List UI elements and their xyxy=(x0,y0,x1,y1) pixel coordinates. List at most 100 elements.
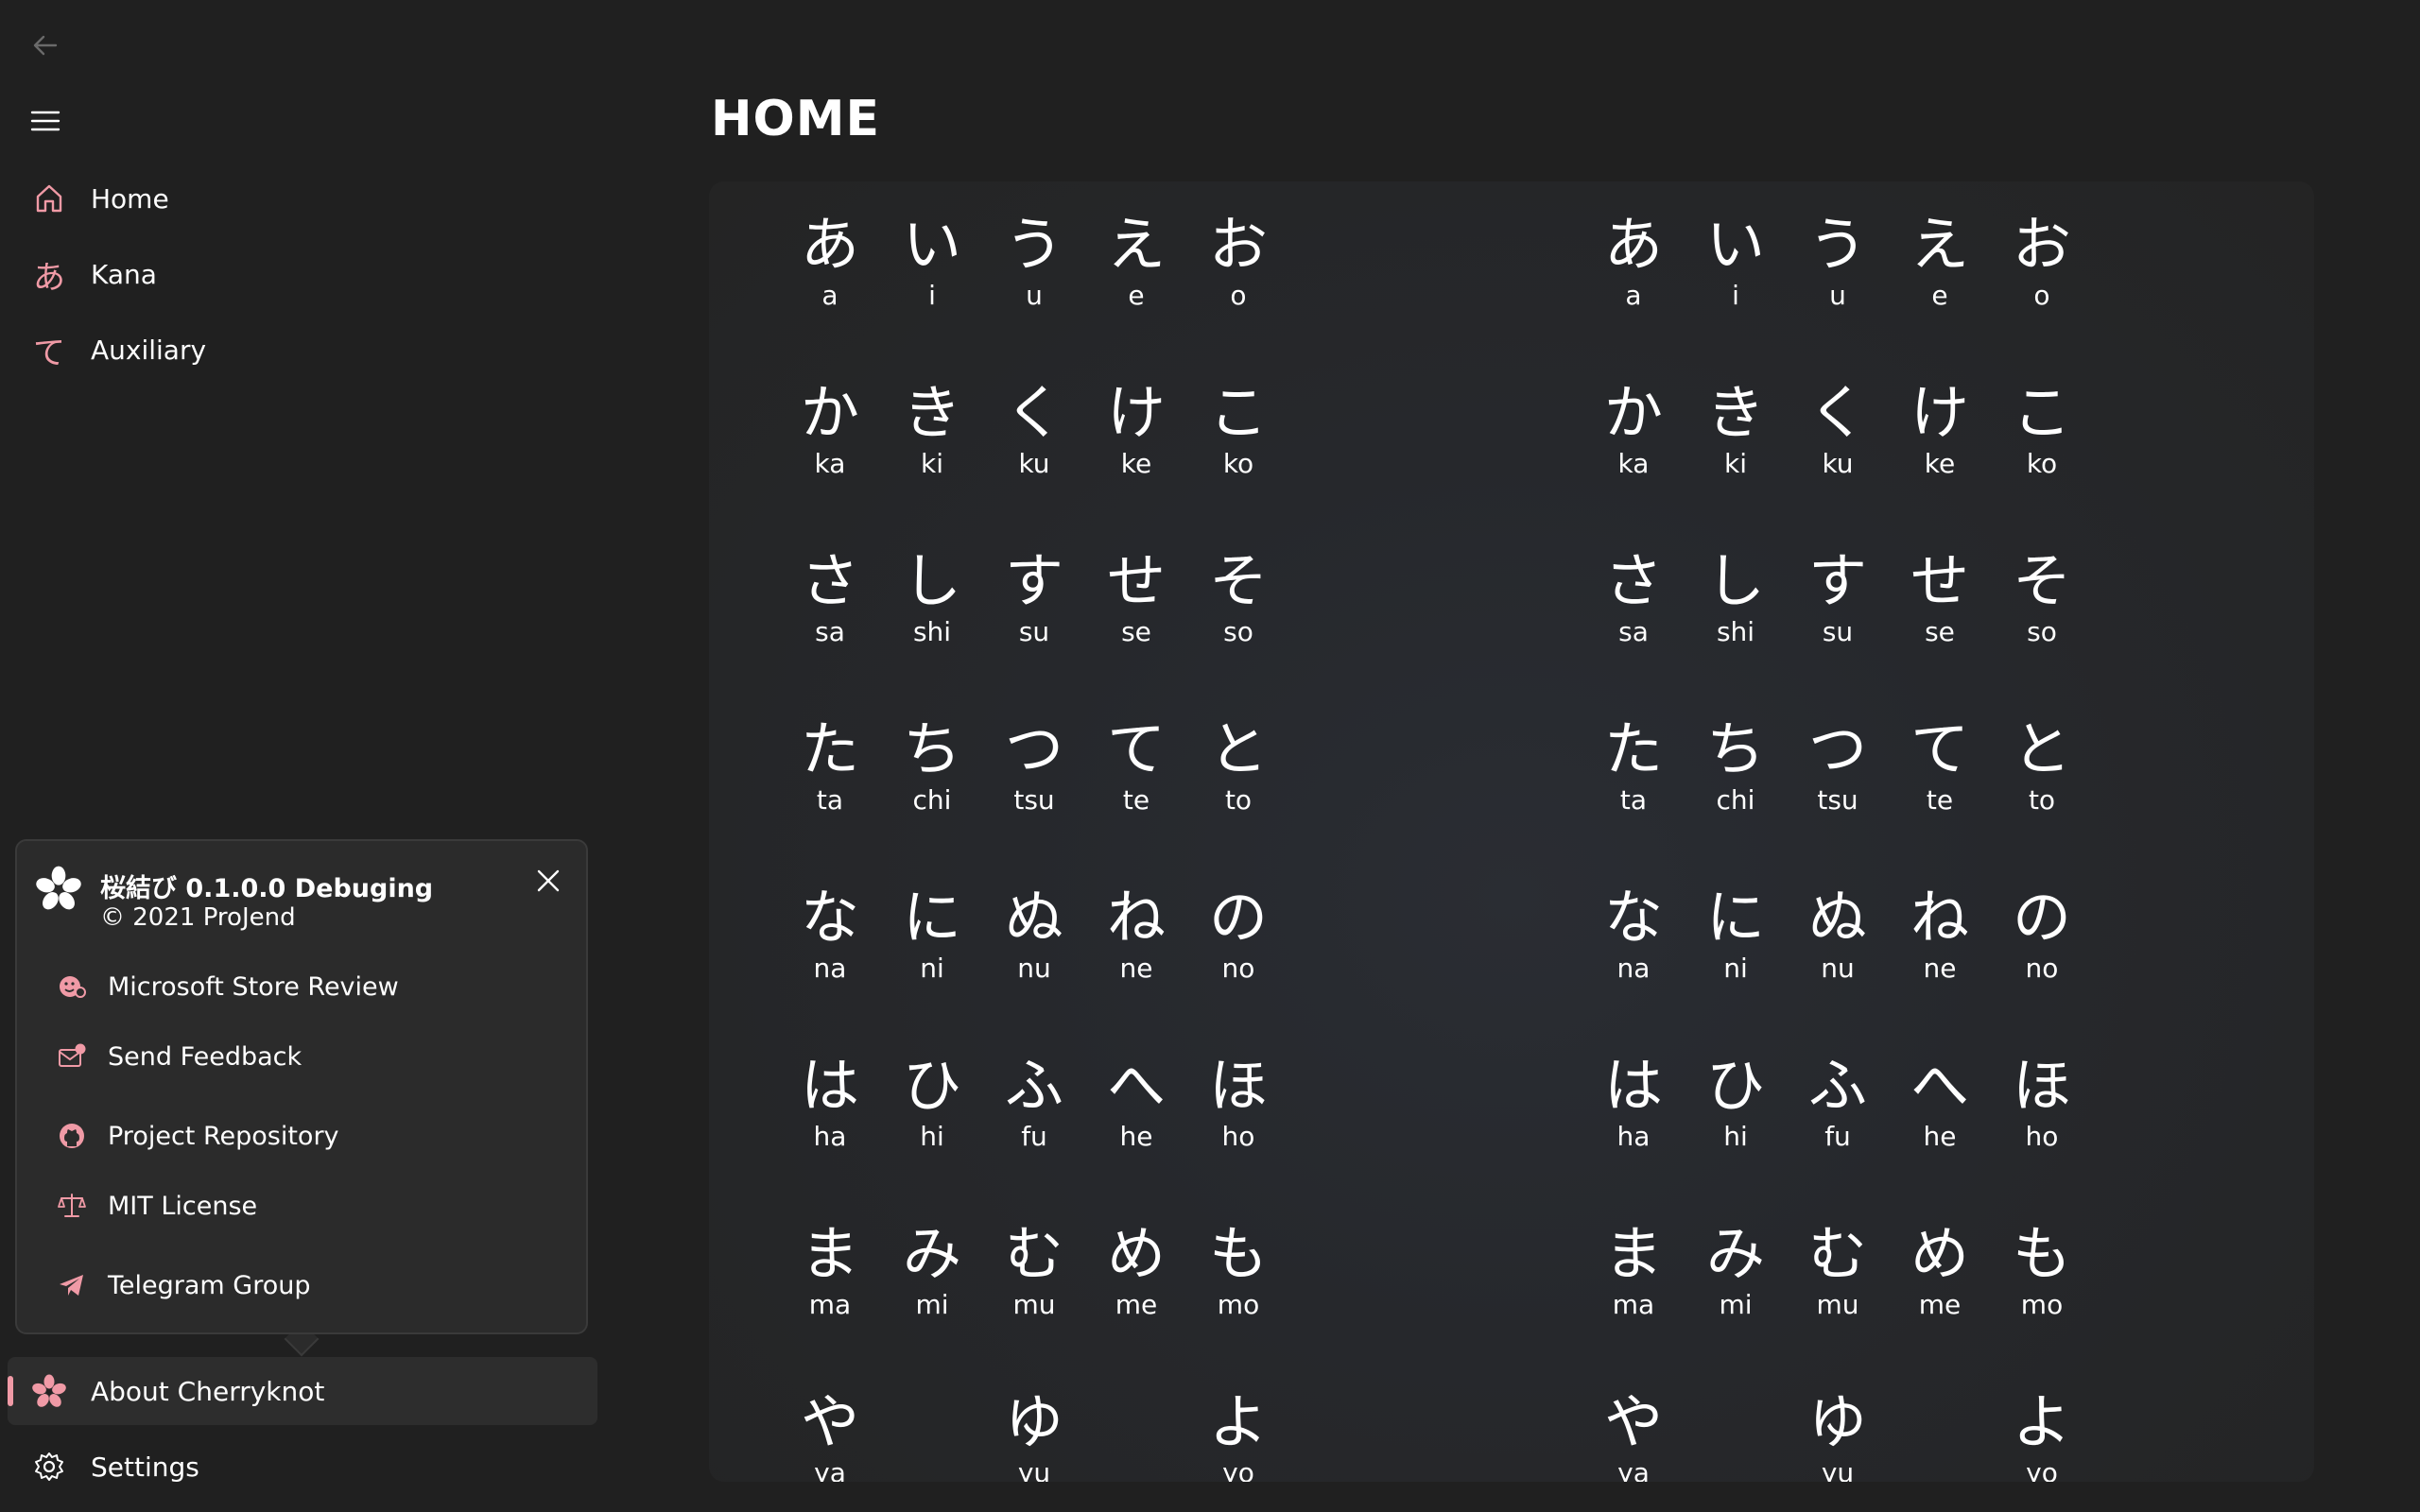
kana-cell: せ se xyxy=(1085,548,1187,648)
kana-character: て xyxy=(1910,714,1969,783)
kana-romaji: yu xyxy=(1821,1457,1855,1482)
nav-item-label: Settings xyxy=(91,1451,199,1483)
kana-cell: せ se xyxy=(1889,548,1991,648)
kana-cell: ね ne xyxy=(1889,885,1991,985)
kana-character: な xyxy=(1603,883,1663,952)
kana-character: こ xyxy=(1208,378,1268,447)
nav-item-auxiliary[interactable]: て Auxiliary xyxy=(8,316,597,384)
kana-cell: も mo xyxy=(1991,1221,2093,1321)
kana-cell: へ he xyxy=(1085,1053,1187,1153)
kana-character: も xyxy=(2012,1219,2071,1288)
kana-cell: へ he xyxy=(1889,1053,1991,1153)
nav-item-label: About Cherryknot xyxy=(91,1375,325,1407)
kana-cell: ほ ho xyxy=(1187,1053,1289,1153)
gear-icon xyxy=(15,1451,83,1483)
kana-romaji: ko xyxy=(1222,448,1254,479)
kana-romaji: ta xyxy=(1619,784,1648,816)
kana-romaji: u xyxy=(1829,280,1846,311)
menu-toggle-button[interactable] xyxy=(19,94,72,147)
kana-romaji: ku xyxy=(1018,448,1050,479)
kana-cell: と to xyxy=(1187,716,1289,816)
nav-item-kana[interactable]: あ Kana xyxy=(8,240,597,308)
nav-item-label: Home xyxy=(91,182,169,215)
project-repository-link[interactable]: Project Repository xyxy=(36,1108,571,1164)
telegram-icon xyxy=(36,1270,108,1300)
telegram-group-link[interactable]: Telegram Group xyxy=(36,1257,571,1314)
kana-cell: つ tsu xyxy=(1787,716,1889,816)
kana-character: す xyxy=(1807,546,1867,615)
nav-item-home[interactable]: Home xyxy=(8,164,597,232)
kana-cell: おo xyxy=(1991,212,2093,312)
kana-romaji: ke xyxy=(1924,448,1956,479)
kana-cell: す su xyxy=(983,548,1085,648)
kana-cell: け ke xyxy=(1889,380,1991,480)
kana-character: つ xyxy=(1004,714,1063,783)
kana-romaji: chi xyxy=(912,784,952,816)
kana-character: ゆ xyxy=(1807,1387,1867,1456)
kana-romaji: no xyxy=(2025,953,2059,984)
project-repository-label: Project Repository xyxy=(108,1121,339,1151)
kana-romaji: u xyxy=(1026,280,1043,311)
kana-character: つ xyxy=(1807,714,1867,783)
kana-romaji: su xyxy=(1018,616,1050,647)
kana-romaji: yo xyxy=(1222,1457,1254,1482)
kana-cell: ぬ nu xyxy=(983,885,1085,985)
feedback-icon xyxy=(36,1041,108,1072)
send-feedback-label: Send Feedback xyxy=(108,1041,302,1072)
kana-cell: た ta xyxy=(779,716,881,816)
nav-item-settings[interactable]: Settings xyxy=(8,1433,597,1501)
kana-cell: そ so xyxy=(1187,548,1289,648)
kana-romaji: te xyxy=(1926,784,1954,816)
kana-character: へ xyxy=(1106,1051,1166,1120)
github-icon xyxy=(36,1121,108,1151)
kana-cell: く ku xyxy=(983,380,1085,480)
kana-cell: さ sa xyxy=(779,548,881,648)
kana-character: よ xyxy=(2012,1387,2071,1456)
kana-romaji: fu xyxy=(1824,1121,1851,1152)
kana-cell: め me xyxy=(1889,1221,1991,1321)
kana-cell: て te xyxy=(1085,716,1187,816)
kana-character: き xyxy=(1705,378,1765,447)
kana-romaji: ku xyxy=(1822,448,1854,479)
kana-cell: つ tsu xyxy=(983,716,1085,816)
kana-romaji: sa xyxy=(815,616,845,647)
kana-character: か xyxy=(800,378,859,447)
kana-character: ひ xyxy=(902,1051,961,1120)
nav-item-about[interactable]: About Cherryknot xyxy=(8,1357,597,1425)
kana-character: す xyxy=(1004,546,1063,615)
kana-character: く xyxy=(1807,378,1867,447)
kana-character: ね xyxy=(1910,883,1969,952)
kana-cell: ち chi xyxy=(881,716,983,816)
kana-character: ほ xyxy=(2012,1051,2071,1120)
kana-cell: や ya xyxy=(1582,1389,1685,1483)
store-review-link[interactable]: Microsoft Store Review xyxy=(36,958,571,1015)
kana-character: た xyxy=(1603,714,1663,783)
kana-romaji: fu xyxy=(1021,1121,1047,1152)
close-button[interactable] xyxy=(527,860,569,902)
kana-character: む xyxy=(1807,1219,1867,1288)
kana-romaji: ta xyxy=(816,784,844,816)
kana-cell: と to xyxy=(1991,716,2093,816)
kana-romaji: me xyxy=(1918,1289,1962,1320)
kana-cell: ぬ nu xyxy=(1787,885,1889,985)
kana-cell: ふ fu xyxy=(1787,1053,1889,1153)
kana-romaji: o xyxy=(1230,280,1247,311)
kana-romaji: nu xyxy=(1017,953,1051,984)
kana-cell: よ yo xyxy=(1991,1387,2093,1483)
kana-cell: む mu xyxy=(983,1221,1085,1321)
kana-romaji: ka xyxy=(1617,448,1650,479)
back-button[interactable] xyxy=(19,19,72,72)
kana-character: く xyxy=(1004,378,1063,447)
kana-character: お xyxy=(1208,210,1268,279)
kana-romaji: me xyxy=(1115,1289,1158,1320)
mit-license-link[interactable]: MIT License xyxy=(36,1177,571,1234)
kana-character: ほ xyxy=(1208,1051,1268,1120)
kana-cell: ゆ yu xyxy=(1787,1387,1889,1483)
kana-romaji: so xyxy=(2027,616,2057,647)
kana-romaji: ho xyxy=(1221,1121,1255,1152)
send-feedback-link[interactable]: Send Feedback xyxy=(36,1028,571,1085)
kana-character: え xyxy=(1910,210,1969,279)
kana-romaji: to xyxy=(2028,784,2056,816)
kana-character: ね xyxy=(1106,883,1166,952)
kana-cell: す su xyxy=(1787,548,1889,648)
